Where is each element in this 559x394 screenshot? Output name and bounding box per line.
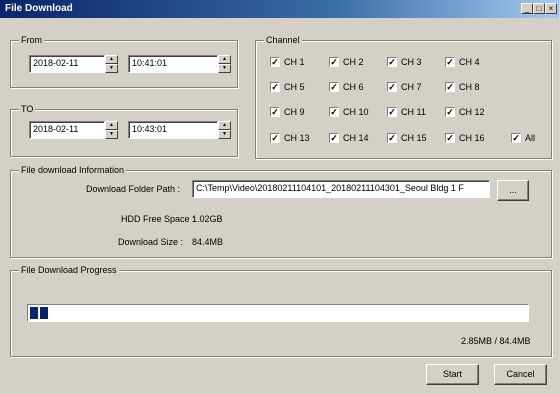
checkbox-ch-13-box[interactable]: ✓ [270,133,280,143]
checkbox-ch-2[interactable]: ✓ CH 2 [329,56,364,68]
checkbox-ch-1-box[interactable]: ✓ [270,57,280,67]
progress-bar [27,304,529,322]
to-time-spinner[interactable]: ▲ ▼ [218,121,231,139]
channel-label: Channel [264,35,302,45]
hdd-free-value: 1.02GB [192,214,223,224]
progress-block [30,307,38,319]
checkbox-ch-16[interactable]: ✓ CH 16 [445,132,485,144]
checkbox-ch-12-label: CH 12 [459,107,485,117]
checkbox-ch-6-label: CH 6 [343,82,364,92]
checkbox-ch-12[interactable]: ✓ CH 12 [445,106,485,118]
checkbox-ch-9-label: CH 9 [284,107,305,117]
checkbox-ch-12-box[interactable]: ✓ [445,107,455,117]
spin-down-icon[interactable]: ▼ [218,64,231,73]
checkbox-ch-4[interactable]: ✓ CH 4 [445,56,480,68]
cancel-button[interactable]: Cancel [494,364,547,385]
title-bar[interactable]: File Download _ □ × [0,0,559,18]
from-date-field[interactable]: 2018-02-11 [29,55,105,73]
progress-block [40,307,48,319]
hdd-free-label: HDD Free Space : [121,214,195,224]
checkbox-ch-5-label: CH 5 [284,82,305,92]
file-download-window: File Download _ □ × From 2018-02-11 ▲ ▼ … [0,0,559,394]
checkbox-ch-2-label: CH 2 [343,57,364,67]
checkbox-ch-4-box[interactable]: ✓ [445,57,455,67]
checkbox-ch-9[interactable]: ✓ CH 9 [270,106,305,118]
checkbox-ch-7-label: CH 7 [401,82,422,92]
checkbox-ch-14[interactable]: ✓ CH 14 [329,132,369,144]
checkbox-ch-6-box[interactable]: ✓ [329,82,339,92]
checkbox-ch-14-box[interactable]: ✓ [329,133,339,143]
checkbox-all-label: All [525,133,536,143]
window-title: File Download [5,3,73,14]
minimize-icon[interactable]: _ [521,3,533,14]
spin-down-icon[interactable]: ▼ [105,130,118,139]
to-date-field[interactable]: 2018-02-11 [29,121,105,139]
checkbox-ch-3-label: CH 3 [401,57,422,67]
checkbox-ch-11-box[interactable]: ✓ [387,107,397,117]
to-date-spinner[interactable]: ▲ ▼ [105,121,118,139]
checkbox-ch-1[interactable]: ✓ CH 1 [270,56,305,68]
checkbox-ch-11[interactable]: ✓ CH 11 [387,106,426,118]
checkbox-ch-10[interactable]: ✓ CH 10 [329,106,369,118]
checkbox-ch-2-box[interactable]: ✓ [329,57,339,67]
spin-up-icon[interactable]: ▲ [105,121,118,130]
spin-down-icon[interactable]: ▼ [218,130,231,139]
from-label: From [19,35,44,45]
browse-button[interactable]: ... [497,180,529,201]
checkbox-ch-4-label: CH 4 [459,57,480,67]
from-time-spinner[interactable]: ▲ ▼ [218,55,231,73]
checkbox-ch-8-box[interactable]: ✓ [445,82,455,92]
from-time-field[interactable]: 10:41:01 [128,55,218,73]
checkbox-ch-10-box[interactable]: ✓ [329,107,339,117]
spin-down-icon[interactable]: ▼ [105,64,118,73]
progress-fill [30,307,50,319]
close-icon[interactable]: × [545,3,557,14]
checkbox-ch-15-label: CH 15 [401,133,427,143]
from-date-spinner[interactable]: ▲ ▼ [105,55,118,73]
to-label: TO [19,104,36,114]
checkbox-ch-6[interactable]: ✓ CH 6 [329,81,364,93]
checkbox-ch-8[interactable]: ✓ CH 8 [445,81,480,93]
checkbox-ch-5[interactable]: ✓ CH 5 [270,81,305,93]
checkbox-ch-1-label: CH 1 [284,57,305,67]
progress-label: File Download Progress [19,265,119,275]
checkbox-ch-13[interactable]: ✓ CH 13 [270,132,310,144]
checkbox-ch-11-label: CH 11 [401,107,426,117]
checkbox-all[interactable]: ✓ All [511,132,535,144]
checkbox-ch-16-box[interactable]: ✓ [445,133,455,143]
checkbox-ch-16-label: CH 16 [459,133,485,143]
checkbox-ch-13-label: CH 13 [284,133,310,143]
checkbox-ch-3-box[interactable]: ✓ [387,57,397,67]
spin-up-icon[interactable]: ▲ [218,121,231,130]
checkbox-ch-14-label: CH 14 [343,133,369,143]
spin-up-icon[interactable]: ▲ [218,55,231,64]
progress-text: 2.85MB / 84.4MB [461,336,531,346]
download-size-value: 84.4MB [192,237,224,247]
folder-path-label: Download Folder Path : [86,184,181,194]
checkbox-all-box[interactable]: ✓ [511,133,521,143]
start-button[interactable]: Start [426,364,479,385]
checkbox-ch-5-box[interactable]: ✓ [270,82,280,92]
checkbox-ch-8-label: CH 8 [459,82,480,92]
maximize-icon[interactable]: □ [533,3,545,14]
checkbox-ch-3[interactable]: ✓ CH 3 [387,56,422,68]
folder-path-field[interactable]: C:\Temp\Video\20180211104101_20180211104… [192,180,490,198]
checkbox-ch-7-box[interactable]: ✓ [387,82,397,92]
checkbox-ch-10-label: CH 10 [343,107,369,117]
spin-up-icon[interactable]: ▲ [105,55,118,64]
checkbox-ch-15-box[interactable]: ✓ [387,133,397,143]
to-time-field[interactable]: 10:43:01 [128,121,218,139]
checkbox-ch-7[interactable]: ✓ CH 7 [387,81,422,93]
download-size-label: Download Size : [118,237,184,247]
checkbox-ch-15[interactable]: ✓ CH 15 [387,132,427,144]
file-info-label: File download Information [19,165,127,175]
checkbox-ch-9-box[interactable]: ✓ [270,107,280,117]
